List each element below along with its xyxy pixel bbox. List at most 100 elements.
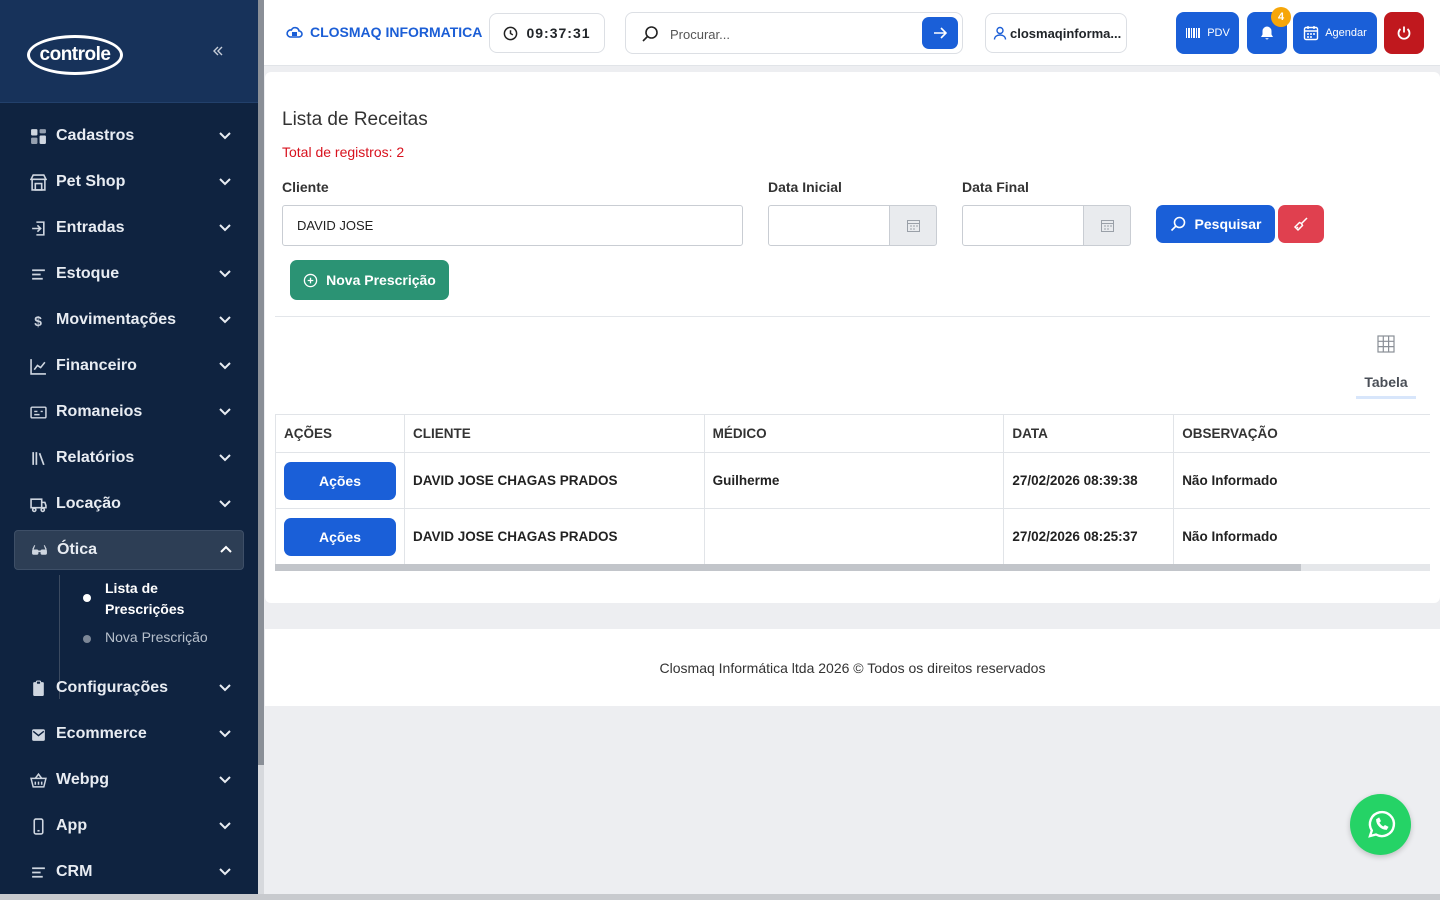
table-horizontal-scrollbar[interactable]: [275, 564, 1430, 571]
chevron-down-icon: [219, 684, 231, 692]
logo[interactable]: controle: [27, 35, 123, 75]
scrollbar-thumb[interactable]: [258, 0, 264, 765]
sidebar-item-label: Estoque: [56, 265, 120, 282]
col-observacao[interactable]: OBSERVAÇÃO: [1173, 414, 1430, 453]
agendar-button[interactable]: Agendar: [1293, 12, 1377, 54]
chevron-down-icon: [219, 178, 231, 186]
page-title: Lista de Receitas: [282, 109, 428, 130]
sidebar-item-label: Webpg: [56, 771, 110, 788]
list-icon: [28, 862, 48, 882]
data-final-calendar-button[interactable]: [1083, 205, 1131, 246]
sidebar-item-relatorios[interactable]: Relatórios: [0, 435, 258, 481]
collapse-sidebar-icon[interactable]: [212, 44, 224, 62]
chevron-down-icon: [219, 500, 231, 508]
pesquisar-button[interactable]: Pesquisar: [1156, 205, 1275, 243]
sidebar-item-label: Movimentações: [56, 311, 177, 328]
cloud-icon: [286, 26, 303, 38]
col-medico[interactable]: MÉDICO: [703, 414, 1005, 453]
sidebar-item-app[interactable]: App: [0, 803, 258, 849]
chevron-down-icon: [219, 408, 231, 416]
store-icon: [28, 172, 48, 192]
sidebar-item-ecommerce[interactable]: Ecommerce: [0, 711, 258, 757]
grid-icon: [28, 126, 48, 146]
cliente-input[interactable]: DAVID JOSE: [282, 205, 743, 246]
bullet-icon: [83, 594, 91, 602]
table-row: Ações DAVID JOSE CHAGAS PRADOS 27/02/202…: [275, 508, 1430, 565]
submenu-item-label: Nova Prescrição: [105, 629, 208, 645]
observacao-cell: Não Informado: [1173, 508, 1430, 565]
acoes-button[interactable]: Ações: [284, 461, 396, 500]
sidebar-item-locacao[interactable]: Locação: [0, 481, 258, 527]
sidebar-item-cadastros[interactable]: Cadastros: [0, 113, 258, 159]
sidebar-item-pet-shop[interactable]: Pet Shop: [0, 159, 258, 205]
clock: 09:37:31: [489, 13, 605, 53]
sidebar-item-estoque[interactable]: Estoque: [0, 251, 258, 297]
scrollbar-thumb[interactable]: [275, 564, 1301, 571]
data-inicial-calendar-button[interactable]: [889, 205, 937, 246]
logout-button[interactable]: [1384, 12, 1424, 54]
user-icon: [993, 26, 1007, 40]
pdv-button[interactable]: PDV: [1176, 12, 1239, 54]
chevron-down-icon: [219, 730, 231, 738]
search-input[interactable]: [670, 23, 910, 45]
sidebar-item-romaneios[interactable]: Romaneios: [0, 389, 258, 435]
col-cliente[interactable]: CLIENTE: [403, 414, 705, 453]
clear-filters-button[interactable]: [1278, 205, 1324, 243]
sidebar-item-label: App: [56, 817, 88, 834]
sidebar-scrollbar[interactable]: [258, 0, 264, 900]
user-menu[interactable]: closmaqinforma...: [985, 13, 1127, 53]
observacao-cell: Não Informado: [1173, 452, 1430, 509]
page-horizontal-scrollbar[interactable]: [0, 894, 1440, 900]
sidebar-item-label: CRM: [56, 863, 93, 880]
pesquisar-label: Pesquisar: [1194, 216, 1262, 232]
notification-badge: 4: [1271, 7, 1291, 27]
submenu-nova-prescricao[interactable]: Nova Prescrição: [60, 621, 258, 661]
sidebar-item-otica[interactable]: Ótica: [14, 530, 244, 570]
truck-icon: [28, 494, 48, 514]
search-icon: [642, 26, 658, 42]
sidebar-item-crm[interactable]: CRM: [0, 849, 258, 895]
cliente-cell: DAVID JOSE CHAGAS PRADOS: [403, 508, 705, 565]
whatsapp-button[interactable]: [1350, 794, 1411, 855]
chevron-down-icon: [219, 270, 231, 278]
cliente-value: DAVID JOSE: [297, 218, 374, 233]
acoes-button[interactable]: Ações: [284, 517, 396, 556]
sidebar-item-label: Financeiro: [56, 357, 137, 374]
sidebar-item-webpg[interactable]: Webpg: [0, 757, 258, 803]
sidebar-item-label: Locação: [56, 495, 121, 512]
sidebar-item-label: Ecommerce: [56, 725, 147, 742]
col-acoes[interactable]: AÇÕES: [275, 414, 405, 453]
calendar-icon: [1100, 220, 1114, 232]
svg-text:$: $: [34, 312, 42, 328]
arrow-right-icon: [934, 27, 947, 39]
data-final-label: Data Final: [962, 179, 1029, 195]
pdv-label: PDV: [1207, 27, 1230, 39]
prescriptions-table: AÇÕES CLIENTE MÉDICO DATA OBSERVAÇÃO Açõ…: [275, 414, 1430, 571]
data-inicial-input[interactable]: [768, 205, 890, 246]
nova-prescricao-button[interactable]: Nova Prescrição: [290, 260, 449, 300]
list-icon: [28, 264, 48, 284]
chevron-down-icon: [219, 316, 231, 324]
company-name: CLOSMAQ INFORMATICA: [286, 23, 482, 41]
sidebar-item-entradas[interactable]: Entradas: [0, 205, 258, 251]
cliente-label: Cliente: [282, 179, 329, 195]
sidebar-menu: Cadastros Pet Shop Entradas Estoque $ Mo…: [0, 113, 258, 895]
bell-icon: [1261, 26, 1273, 40]
chevron-down-icon: [219, 776, 231, 784]
table-grid-icon: [1377, 335, 1395, 353]
top-header: CLOSMAQ INFORMATICA 09:37:31 closmaqinfo…: [264, 0, 1440, 66]
sidebar-item-configuracoes[interactable]: Configurações: [0, 665, 258, 711]
col-data[interactable]: DATA: [1003, 414, 1175, 453]
books-icon: [28, 448, 48, 468]
sidebar-item-financeiro[interactable]: Financeiro: [0, 343, 258, 389]
login-icon: [28, 218, 48, 238]
sidebar-item-movimentacoes[interactable]: $ Movimentações: [0, 297, 258, 343]
footer: Closmaq Informática ltda 2026 © Todos os…: [265, 629, 1440, 706]
acoes-cell: Ações: [275, 508, 405, 565]
search-submit-button[interactable]: [922, 17, 958, 49]
tab-tabela[interactable]: Tabela: [1356, 334, 1416, 400]
data-final-input[interactable]: [962, 205, 1084, 246]
tab-underline: [1356, 396, 1416, 399]
divider: [275, 316, 1430, 317]
submenu-lista-prescricoes[interactable]: Lista de Prescrições: [60, 573, 258, 621]
